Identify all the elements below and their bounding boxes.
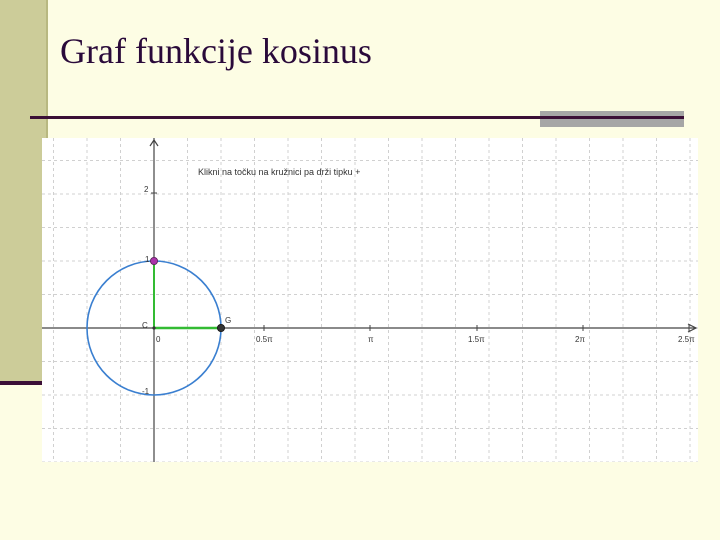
slide-side-rule	[0, 381, 46, 385]
point-g-label: G	[225, 316, 231, 325]
x-tick-label: π	[368, 335, 374, 344]
graph-canvas[interactable]: Klikni na točku na kružnici pa drži tipk…	[42, 138, 698, 463]
y-tick-label: 2	[144, 185, 149, 194]
slide-side-bar	[0, 0, 48, 385]
title-rule-accent-line	[540, 116, 684, 119]
circle-point-top[interactable]	[150, 257, 159, 266]
grid	[42, 138, 698, 463]
y-tick-label: 1	[145, 255, 150, 264]
x-tick-label: 0.5π	[256, 335, 273, 344]
x-tick-label: 0	[156, 335, 161, 344]
x-tick-label: 2π	[575, 335, 585, 344]
y-tick-label: -1	[142, 387, 150, 396]
slide-title: Graf funkcije kosinus	[60, 31, 372, 71]
origin-label: C	[142, 321, 148, 330]
instruction-text: Klikni na točku na kružnici pa drži tipk…	[198, 167, 360, 177]
x-tick-label: 1.5π	[468, 335, 485, 344]
point-g[interactable]	[216, 323, 225, 332]
origin-point	[152, 326, 156, 330]
geogebra-applet[interactable]: Klikni na točku na kružnici pa drži tipk…	[42, 138, 698, 463]
title-rule-accent	[540, 111, 684, 127]
x-tick-label: 2.5π	[678, 335, 695, 344]
